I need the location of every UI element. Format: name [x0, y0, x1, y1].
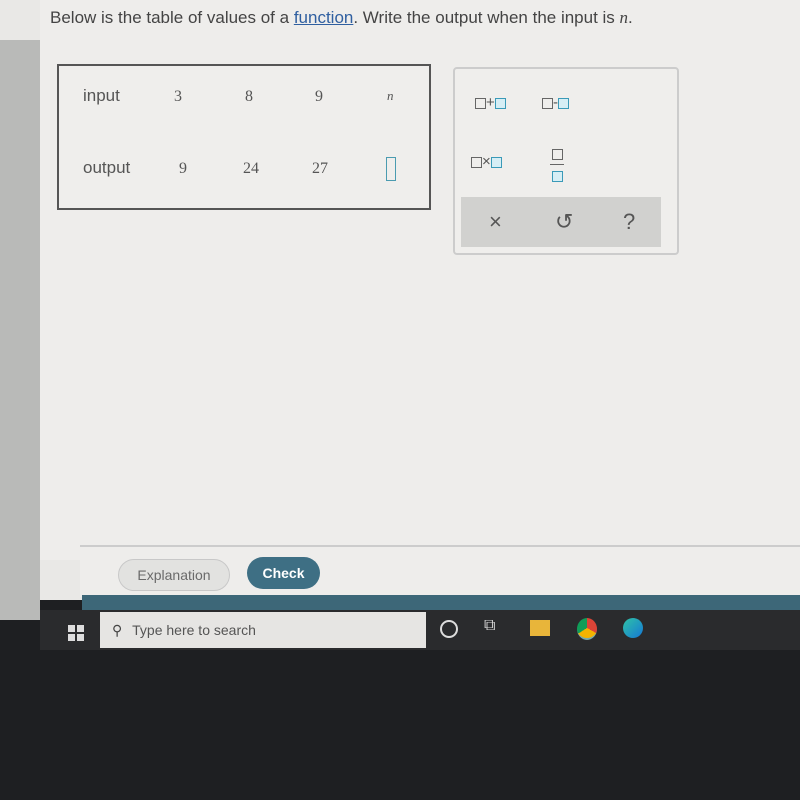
denominator-icon [551, 170, 563, 182]
task-view-icon[interactable]: ⧉ [484, 617, 508, 641]
input-cell: n [387, 88, 394, 103]
numerator-icon [551, 148, 563, 160]
subtract-key[interactable]: - [542, 94, 569, 111]
cortana-icon[interactable] [440, 620, 458, 638]
check-button[interactable]: Check [247, 557, 320, 589]
math-keypad: + - × × ↺ ? [453, 67, 679, 255]
question-variable: n [619, 8, 629, 27]
add-key[interactable]: + [475, 94, 506, 111]
windows-start-icon[interactable] [68, 625, 84, 641]
output-label: output [83, 158, 131, 177]
input-cell: 8 [245, 88, 253, 105]
undo-button[interactable]: ↺ [555, 209, 573, 235]
question-text: Below is the table of values of a functi… [50, 8, 633, 28]
edge-icon[interactable] [623, 618, 643, 638]
question-part: Below is the table of values of a [50, 8, 294, 27]
output-cell: 27 [312, 160, 328, 177]
add-symbol: + [486, 94, 495, 111]
left-sidebar [0, 40, 40, 620]
multiply-key[interactable]: × [471, 153, 502, 170]
input-cell: 3 [174, 88, 182, 105]
box-icon [471, 156, 482, 168]
keypad-actions: × ↺ ? [461, 197, 661, 247]
search-icon: ⚲ [112, 622, 123, 638]
box-icon [490, 156, 502, 168]
explanation-button[interactable]: Explanation [118, 559, 230, 591]
multiply-symbol: × [482, 153, 491, 170]
file-explorer-icon[interactable] [530, 620, 550, 636]
function-table: input 3 8 9 n output 9 24 27 [57, 64, 431, 210]
box-icon [542, 97, 553, 109]
fraction-key[interactable] [550, 145, 564, 184]
function-link[interactable]: function [294, 8, 354, 27]
taskbar-search[interactable]: ⚲ Type here to search [100, 612, 426, 648]
box-icon [494, 97, 506, 109]
help-button[interactable]: ? [623, 209, 635, 235]
input-cell: 9 [315, 88, 323, 105]
question-part: . [628, 8, 633, 27]
box-icon [475, 97, 486, 109]
clear-button[interactable]: × [489, 209, 502, 235]
screen: Below is the table of values of a functi… [0, 0, 800, 620]
box-icon [558, 97, 569, 109]
output-cell: 24 [243, 160, 259, 177]
search-placeholder: Type here to search [132, 622, 256, 638]
output-cell: 9 [179, 160, 187, 177]
chrome-icon[interactable] [577, 618, 597, 640]
input-label: input [83, 86, 120, 105]
question-part: . Write the output when the input is [353, 8, 620, 27]
fraction-bar [550, 164, 564, 165]
answer-input[interactable] [386, 157, 396, 181]
